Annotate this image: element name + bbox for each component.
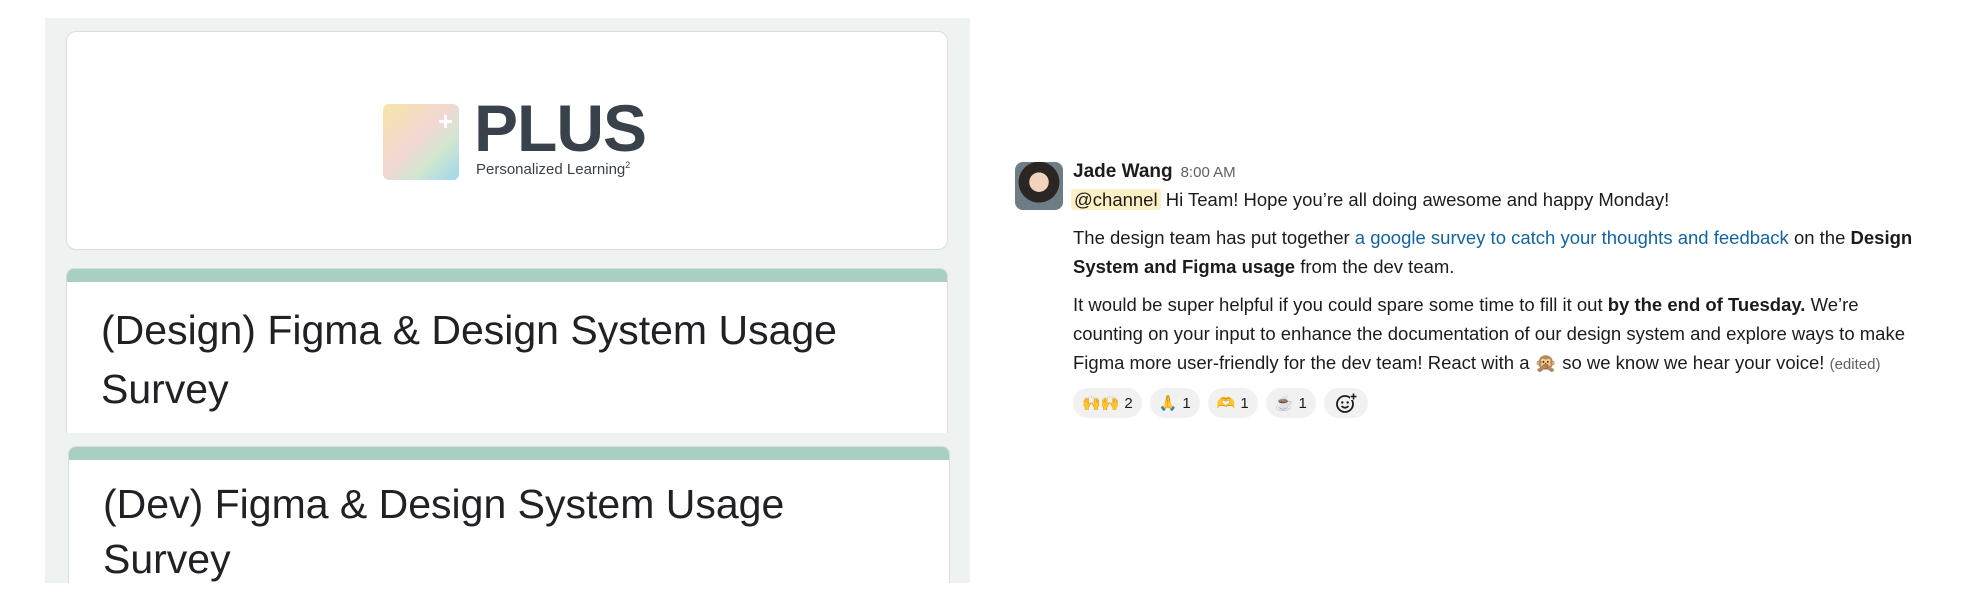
- plus-tagline-superscript: 2: [625, 160, 631, 170]
- design-survey-card[interactable]: (Design) Figma & Design System Usage Sur…: [66, 268, 948, 433]
- plus-logo: + PLUS Personalized Learning2: [383, 91, 647, 184]
- plus-logo-mark: +: [383, 104, 459, 180]
- p3-bold-text: by the end of Tuesday.: [1607, 294, 1806, 315]
- design-survey-title: (Design) Figma & Design System Usage Sur…: [101, 307, 837, 412]
- reaction-count: 1: [1298, 394, 1307, 412]
- message-paragraph-3: It would be super helpful if you could s…: [1073, 290, 1913, 379]
- reaction-count: 1: [1240, 394, 1249, 412]
- plus-wordmark: PLUS: [474, 91, 647, 165]
- p2-text-mid: on the: [1788, 227, 1851, 248]
- survey-link[interactable]: a google survey to catch your thoughts a…: [1355, 227, 1789, 248]
- plus-tagline-text: Personalized Learning: [476, 161, 626, 178]
- form-header-card: + PLUS Personalized Learning2: [66, 31, 948, 250]
- reaction-count: 2: [1124, 394, 1133, 412]
- p2-text-after: from the dev team.: [1295, 256, 1455, 277]
- greeting-text: Hi Team! Hope you’re all doing awesome a…: [1165, 189, 1670, 210]
- add-reaction-button[interactable]: [1323, 388, 1368, 418]
- see-no-evil-monkey-icon: 🙊: [1534, 353, 1558, 373]
- folded-hands-icon: 🙏: [1158, 395, 1178, 412]
- card-accent-band: [69, 447, 949, 460]
- message-timestamp[interactable]: 8:00 AM: [1181, 164, 1236, 181]
- message-body: Jade Wang 8:00 AM @channel Hi Team! Hope …: [1071, 159, 1913, 418]
- dev-survey-card[interactable]: (Dev) Figma & Design System Usage Survey: [68, 446, 950, 583]
- edited-label: (edited): [1829, 356, 1881, 373]
- plus-tagline: Personalized Learning2: [476, 160, 630, 178]
- card-accent-band: [67, 269, 947, 282]
- coffee-icon: ☕: [1274, 395, 1294, 412]
- reaction-raised-hands[interactable]: 🙌🙌 2: [1073, 388, 1142, 418]
- forms-panel: + PLUS Personalized Learning2 (Design) F…: [45, 18, 970, 583]
- raised-hands-icon: 🙌🙌: [1082, 395, 1120, 412]
- p3-text-before: It would be super helpful if you could s…: [1073, 294, 1608, 315]
- message-header: Jade Wang 8:00 AM: [1073, 159, 1913, 185]
- channel-mention[interactable]: @channel: [1071, 189, 1161, 210]
- add-emoji-icon: [1335, 393, 1357, 413]
- message-paragraph-2: The design team has put together a googl…: [1073, 223, 1913, 281]
- sender-name[interactable]: Jade Wang: [1073, 161, 1173, 182]
- avatar[interactable]: [1015, 162, 1063, 210]
- p3-text-end: so we know we hear your voice!: [1557, 352, 1825, 373]
- reaction-folded-hands[interactable]: 🙏 1: [1149, 388, 1200, 418]
- heart-hands-icon: 🫶: [1216, 395, 1236, 412]
- plus-cross-icon: +: [437, 106, 453, 136]
- dev-survey-title: (Dev) Figma & Design System Usage Survey: [103, 481, 785, 582]
- p2-text-before: The design team has put together: [1073, 227, 1355, 248]
- reaction-count: 1: [1182, 394, 1191, 412]
- reaction-heart-hands[interactable]: 🫶 1: [1207, 388, 1258, 418]
- reactions-bar: 🙌🙌 2 🙏 1 🫶 1 ☕ 1: [1073, 388, 1913, 418]
- message-line-1: @channel Hi Team! Hope you’re all doing …: [1071, 185, 1913, 214]
- reaction-coffee[interactable]: ☕ 1: [1265, 388, 1316, 418]
